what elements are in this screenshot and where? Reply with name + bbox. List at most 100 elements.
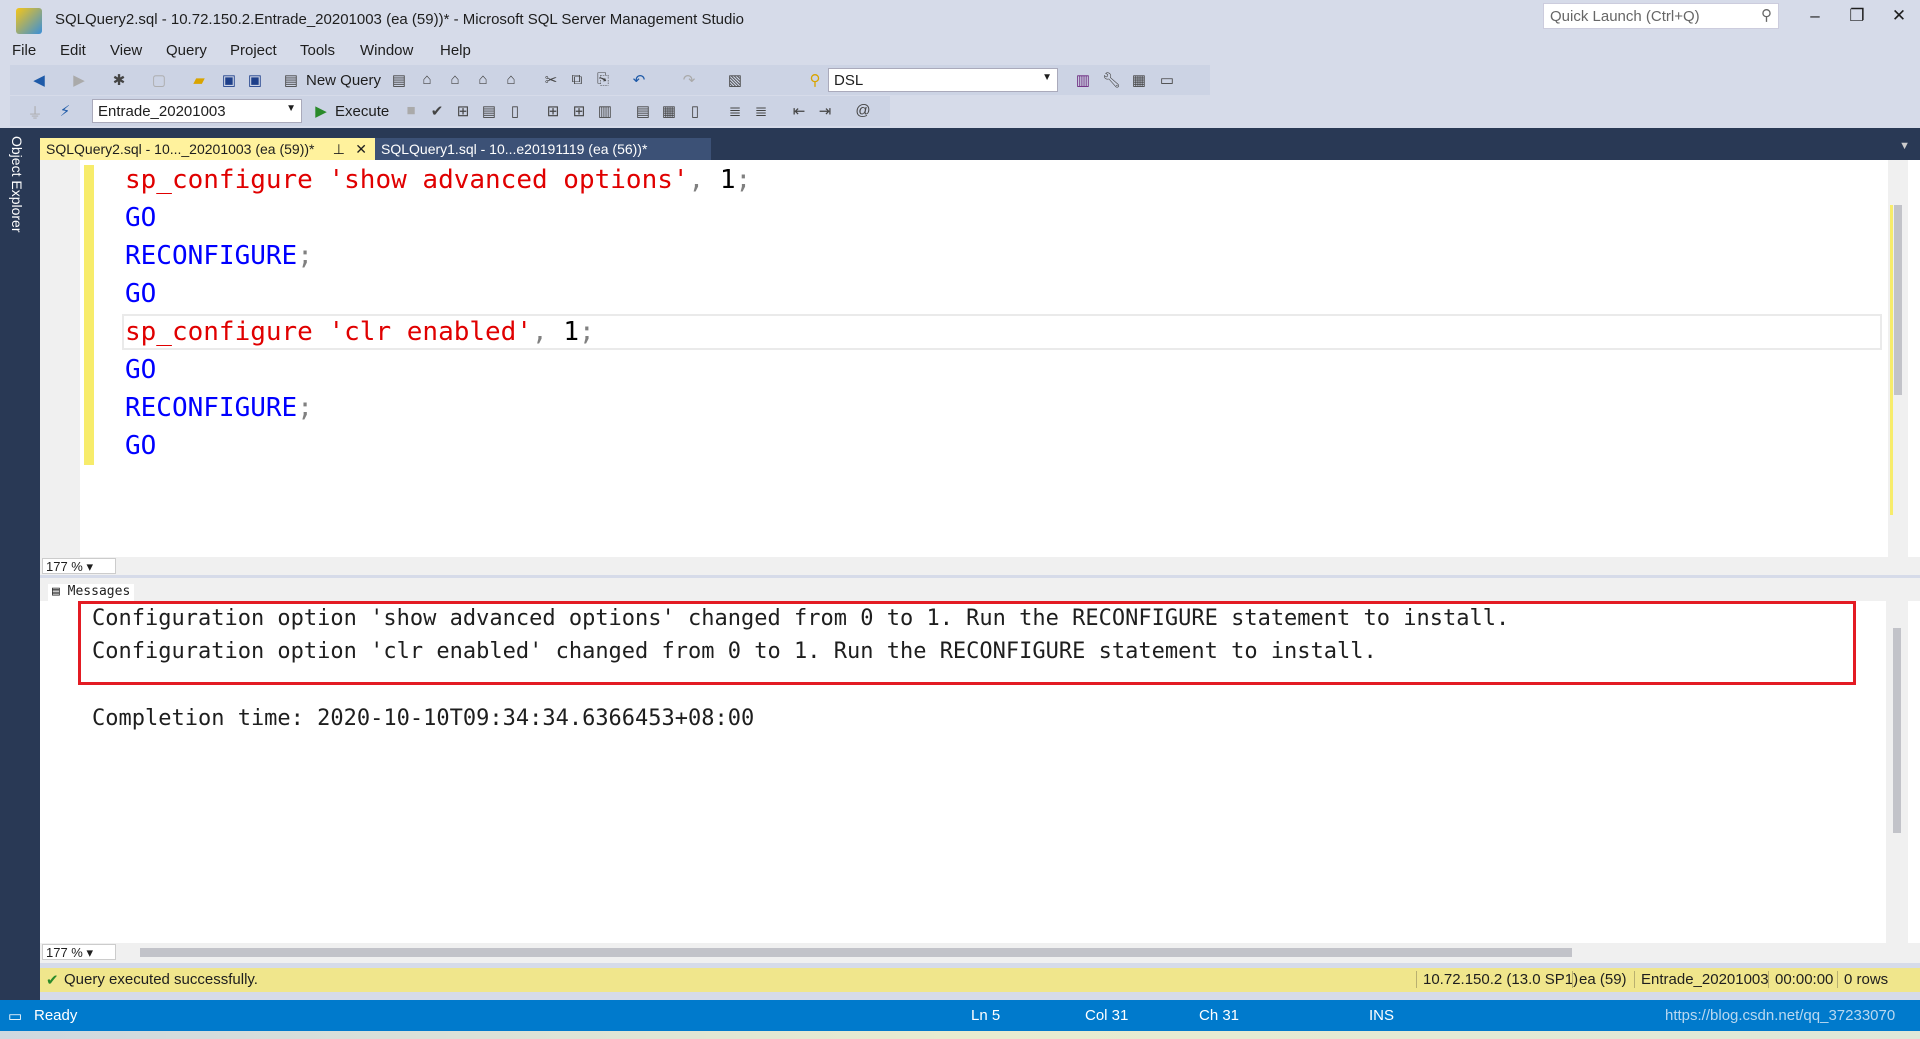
semicolon: ; (297, 241, 313, 271)
editor-zoom-select[interactable]: 177 % ▾ (42, 558, 116, 574)
editor-gutter (40, 160, 80, 557)
change-connection-icon[interactable]: ⚡︎ (56, 102, 74, 120)
semicolon: ; (735, 165, 752, 195)
minimize-button[interactable]: – (1800, 6, 1830, 26)
keyword: RECONFIGURE (125, 393, 298, 423)
decrease-indent-icon[interactable]: ⇤ (790, 102, 808, 120)
results-to-text-icon[interactable]: ▤ (634, 102, 652, 120)
live-statistics-icon[interactable]: ▥ (596, 102, 614, 120)
dax-query-icon[interactable]: ⌂ (502, 71, 520, 89)
command-window-icon[interactable]: ▭ (1158, 71, 1176, 89)
save-icon[interactable]: ▣ (220, 71, 238, 89)
database-combo-value: Entrade_20201003 (98, 103, 226, 120)
specify-template-values-icon[interactable]: @ (854, 102, 872, 120)
new-project-icon[interactable]: ✱ (110, 71, 128, 89)
tab-sqlquery1[interactable]: SQLQuery1.sql - 10...e20191119 (ea (56))… (375, 138, 711, 160)
output-icon: ▭ (8, 1008, 23, 1025)
editor-zoom-value: 177 % (46, 559, 83, 574)
increase-indent-icon[interactable]: ⇥ (816, 102, 834, 120)
menu-tools[interactable]: Tools (300, 42, 335, 59)
solution-configuration-combo[interactable]: DSL ▼ (828, 68, 1058, 92)
toolbox-icon[interactable]: ▦ (1130, 71, 1148, 89)
menu-edit[interactable]: Edit (60, 42, 86, 59)
back-icon[interactable]: ◀ (30, 71, 48, 89)
save-all-icon[interactable]: ▣ (246, 71, 264, 89)
number-literal: 1 (563, 317, 579, 347)
query-status-message: Query executed successfully. (64, 971, 258, 988)
tab-sqlquery2[interactable]: SQLQuery2.sql - 10..._20201003 (ea (59))… (40, 138, 375, 160)
menu-view[interactable]: View (110, 42, 142, 59)
forward-icon[interactable]: ▶ (70, 71, 88, 89)
object-explorer-tab[interactable]: Object Explorer (9, 136, 25, 232)
visual-studio-icon[interactable]: ▥ (1074, 71, 1092, 89)
code-line: GO (125, 275, 156, 313)
messages-zoom-value: 177 % (46, 945, 83, 960)
quick-launch-input[interactable]: Quick Launch (Ctrl+Q) ⚲ (1543, 3, 1779, 29)
parse-icon[interactable]: ✔ (428, 102, 446, 120)
code-line: RECONFIGURE; (125, 389, 313, 427)
new-query-button[interactable]: New Query (306, 72, 381, 89)
scrollbar-change-marker (1890, 205, 1893, 515)
mdx-query-icon[interactable]: ⌂ (418, 71, 436, 89)
wrench-icon[interactable]: 🔧︎ (1102, 71, 1121, 89)
code-line: sp_configure 'clr enabled', 1; (125, 313, 595, 351)
activity-monitor-icon[interactable]: ▧ (726, 71, 744, 89)
pin-icon[interactable]: ⊥ (333, 141, 345, 158)
find-in-files-icon[interactable]: ⚲ (806, 71, 824, 89)
menu-query[interactable]: Query (166, 42, 207, 59)
semicolon: ; (578, 317, 595, 347)
menu-file[interactable]: File (12, 42, 36, 59)
line-number: Ln 5 (971, 1007, 1001, 1024)
tab-overflow-icon[interactable]: ▼ (1899, 140, 1910, 152)
database-combo[interactable]: Entrade_20201003 ▼ (92, 99, 302, 123)
open-file-icon[interactable]: ▰ (190, 71, 208, 89)
results-to-file-icon[interactable]: ▯ (686, 102, 704, 120)
dmx-query-icon[interactable]: ⌂ (446, 71, 464, 89)
messages-scroll-thumb[interactable] (1893, 628, 1901, 833)
connect-icon[interactable]: ⏚ (26, 102, 44, 122)
char-number: Ch 31 (1199, 1007, 1240, 1024)
results-to-grid-icon[interactable]: ▦ (660, 102, 678, 120)
watermark: https://blog.csdn.net/qq_37233070 (1665, 1007, 1896, 1024)
query-options-icon[interactable]: ▯ (506, 102, 524, 120)
execute-button[interactable]: Execute (335, 103, 389, 120)
uncomment-icon[interactable]: ≣ (752, 102, 770, 120)
menu-window[interactable]: Window (360, 42, 413, 59)
actual-plan-icon[interactable]: ⊞ (570, 102, 588, 120)
database-engine-query-icon[interactable]: ▤ (390, 71, 408, 89)
restore-button[interactable]: ❐ (1842, 6, 1872, 26)
keyword: RECONFIGURE (125, 241, 298, 271)
copy-icon[interactable]: ⧉ (568, 71, 586, 89)
close-tab-icon[interactable]: ✕ (355, 141, 367, 158)
messages-tab[interactable]: ▤ Messages (48, 584, 135, 601)
left-dock (0, 128, 40, 1000)
intellisense-icon[interactable]: ⊞ (544, 102, 562, 120)
ssms-logo-icon (16, 8, 42, 34)
messages-horizontal-scroll-thumb[interactable] (140, 948, 1572, 957)
keyword: GO (125, 203, 157, 233)
column-number: Col 31 (1085, 1007, 1129, 1024)
query-editor[interactable] (40, 160, 1920, 557)
undo-icon[interactable]: ↶ (630, 71, 648, 89)
results-tab-bar (40, 578, 1920, 601)
cancel-query-icon[interactable]: ■ (402, 102, 420, 120)
query-status-bar: ✔ Query executed successfully. 10.72.150… (40, 968, 1920, 992)
add-item-icon[interactable]: ▢ (150, 71, 168, 89)
menu-bar: File Edit View Query Project Tools Windo… (0, 42, 1000, 64)
redo-icon[interactable]: ↷ (680, 71, 698, 89)
comma: , (532, 317, 564, 347)
insert-mode: INS (1369, 1007, 1395, 1024)
messages-zoom-select[interactable]: 177 % ▾ (42, 944, 116, 960)
query-designer-icon[interactable]: ▤ (480, 102, 498, 120)
comment-icon[interactable]: ≣ (726, 102, 744, 120)
menu-help[interactable]: Help (440, 42, 471, 59)
menu-project[interactable]: Project (230, 42, 277, 59)
user-info: ea (59) (1572, 971, 1627, 988)
estimated-plan-icon[interactable]: ⊞ (454, 102, 472, 120)
cut-icon[interactable]: ✂ (542, 71, 560, 89)
editor-scroll-thumb[interactable] (1894, 205, 1902, 395)
search-icon: ⚲ (1761, 7, 1772, 24)
xmla-query-icon[interactable]: ⌂ (474, 71, 492, 89)
paste-icon[interactable]: ⎘ (594, 71, 612, 89)
close-button[interactable]: ✕ (1884, 6, 1914, 26)
